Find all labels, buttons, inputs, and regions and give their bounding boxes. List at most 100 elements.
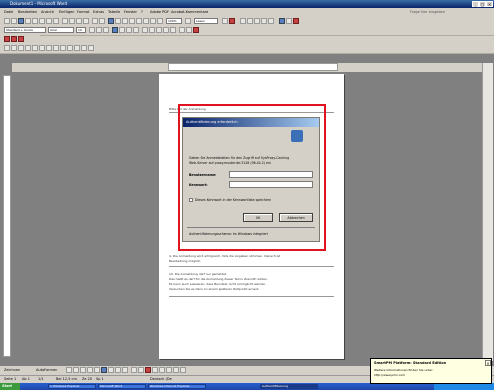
autoshapes-menu[interactable]: AutoFormen (36, 368, 57, 372)
align-right-icon[interactable] (126, 27, 132, 33)
3d-icon[interactable] (180, 367, 186, 373)
password-input[interactable] (229, 181, 313, 188)
style-select[interactable]: Standard + Kursiv (4, 27, 46, 33)
font-select[interactable]: Arial (48, 27, 74, 33)
toolbar-row4-13-icon[interactable] (88, 45, 94, 51)
toolbar-row4-7-icon[interactable] (46, 45, 52, 51)
tables-borders-icon[interactable] (115, 18, 121, 24)
toolbar-extra-3-icon[interactable] (254, 18, 260, 24)
open-icon[interactable] (11, 18, 17, 24)
bold-icon[interactable] (89, 27, 95, 33)
toolbar-row4-3-icon[interactable] (18, 45, 24, 51)
font-color-icon[interactable] (193, 27, 199, 33)
align-center-icon[interactable] (119, 27, 125, 33)
underline-icon[interactable] (103, 27, 109, 33)
line-style-icon[interactable] (152, 367, 158, 373)
help-icon[interactable] (185, 18, 191, 24)
insert-excel-icon[interactable] (129, 18, 135, 24)
dash-style-icon[interactable] (159, 367, 165, 373)
task-explorer[interactable]: 1 Windows Explorer (48, 384, 96, 389)
menu-help[interactable]: ? (141, 10, 143, 14)
spelling-icon[interactable] (53, 18, 59, 24)
minimize-button[interactable]: _ (472, 1, 479, 7)
redo-icon[interactable] (99, 18, 105, 24)
line-tool-icon[interactable] (66, 367, 72, 373)
new-document-icon[interactable] (4, 18, 10, 24)
save-icon[interactable] (18, 18, 24, 24)
menu-bearbeiten[interactable]: Bearbeiten (18, 10, 37, 14)
balloon-close-icon[interactable]: × (485, 360, 491, 366)
line-spacing-icon[interactable] (142, 27, 148, 33)
pdf-email-icon[interactable] (229, 18, 235, 24)
toolbar-row4-5-icon[interactable] (32, 45, 38, 51)
toolbar-row4-1-icon[interactable] (4, 45, 10, 51)
menu-ansicht[interactable]: Ansicht (41, 10, 54, 14)
text-color-icon[interactable] (145, 367, 151, 373)
print-icon[interactable] (39, 18, 45, 24)
menu-adobe-pdf[interactable]: Adobe PDF (150, 10, 169, 14)
hyperlink-icon[interactable] (108, 18, 114, 24)
task-internet-explorer[interactable]: Windows Internet Explorer (148, 384, 206, 389)
toolbar-extra-6-icon[interactable] (279, 18, 285, 24)
shadow-icon[interactable] (173, 367, 179, 373)
toolbar-extra-7-icon[interactable] (286, 18, 292, 24)
document-map-icon[interactable] (150, 18, 156, 24)
toolbar-extra-8-icon[interactable] (293, 18, 299, 24)
username-input[interactable] (229, 171, 313, 178)
increase-indent-icon[interactable] (170, 27, 176, 33)
toolbar-row4-4-icon[interactable] (25, 45, 31, 51)
copy-icon[interactable] (69, 18, 75, 24)
numbering-icon[interactable] (149, 27, 155, 33)
toolbar-extra-1-icon[interactable] (240, 18, 246, 24)
insert-table-icon[interactable] (122, 18, 128, 24)
columns-icon[interactable] (136, 18, 142, 24)
decrease-indent-icon[interactable] (163, 27, 169, 33)
textbox-tool-icon[interactable] (94, 367, 100, 373)
help-search-hint[interactable]: Frage hier eingeben (410, 10, 445, 14)
drawing-menu[interactable]: Zeichnen (4, 368, 20, 372)
zoom-select[interactable]: 100% (166, 18, 182, 24)
show-hide-icon[interactable] (157, 18, 163, 24)
font-size-select[interactable]: 10 (76, 27, 86, 33)
menu-datei[interactable]: Datei (4, 10, 13, 14)
menu-extras[interactable]: Extras (93, 10, 104, 14)
align-left-icon[interactable] (112, 27, 118, 33)
wordart-icon[interactable] (101, 367, 107, 373)
start-button[interactable]: Start (0, 383, 20, 390)
rectangle-tool-icon[interactable] (80, 367, 86, 373)
format-painter-icon[interactable] (83, 18, 89, 24)
pdf-convert-icon[interactable] (222, 18, 228, 24)
line-color-icon[interactable] (138, 367, 144, 373)
vertical-scrollbar[interactable] (482, 63, 493, 361)
toolbar-row4-10-icon[interactable] (67, 45, 73, 51)
menu-einfuegen[interactable]: Einfügen (59, 10, 74, 14)
toolbar-row4-8-icon[interactable] (53, 45, 59, 51)
remember-password-checkbox[interactable] (189, 198, 193, 202)
picture-icon[interactable] (122, 367, 128, 373)
toolbar-row4-9-icon[interactable] (60, 45, 66, 51)
drawing-icon[interactable] (143, 18, 149, 24)
cut-icon[interactable] (62, 18, 68, 24)
paste-icon[interactable] (76, 18, 82, 24)
task-authentication[interactable]: Authentifizierung (260, 384, 318, 389)
toolbar-extra-5-icon[interactable] (268, 18, 274, 24)
ok-button[interactable]: OK (243, 213, 273, 222)
permission-icon[interactable] (25, 18, 31, 24)
bullets-icon[interactable] (156, 27, 162, 33)
email-icon[interactable] (32, 18, 38, 24)
pdf-review-icon[interactable] (18, 36, 24, 42)
menu-tabelle[interactable]: Tabelle (108, 10, 120, 14)
maximize-button[interactable]: □ (479, 1, 486, 7)
pdf-email-attach-icon[interactable] (11, 36, 17, 42)
clipart-icon[interactable] (115, 367, 121, 373)
notification-balloon[interactable]: SmartPM Platform: Standard Edition Weite… (370, 358, 492, 384)
italic-icon[interactable] (96, 27, 102, 33)
toolbar-row4-12-icon[interactable] (81, 45, 87, 51)
toolbar-row4-11-icon[interactable] (74, 45, 80, 51)
undo-icon[interactable] (92, 18, 98, 24)
diagram-icon[interactable] (108, 367, 114, 373)
task-word[interactable]: Microsoft Word (98, 384, 146, 389)
arrow-tool-icon[interactable] (73, 367, 79, 373)
toolbar-extra-4-icon[interactable] (261, 18, 267, 24)
fill-color-icon[interactable] (131, 367, 137, 373)
